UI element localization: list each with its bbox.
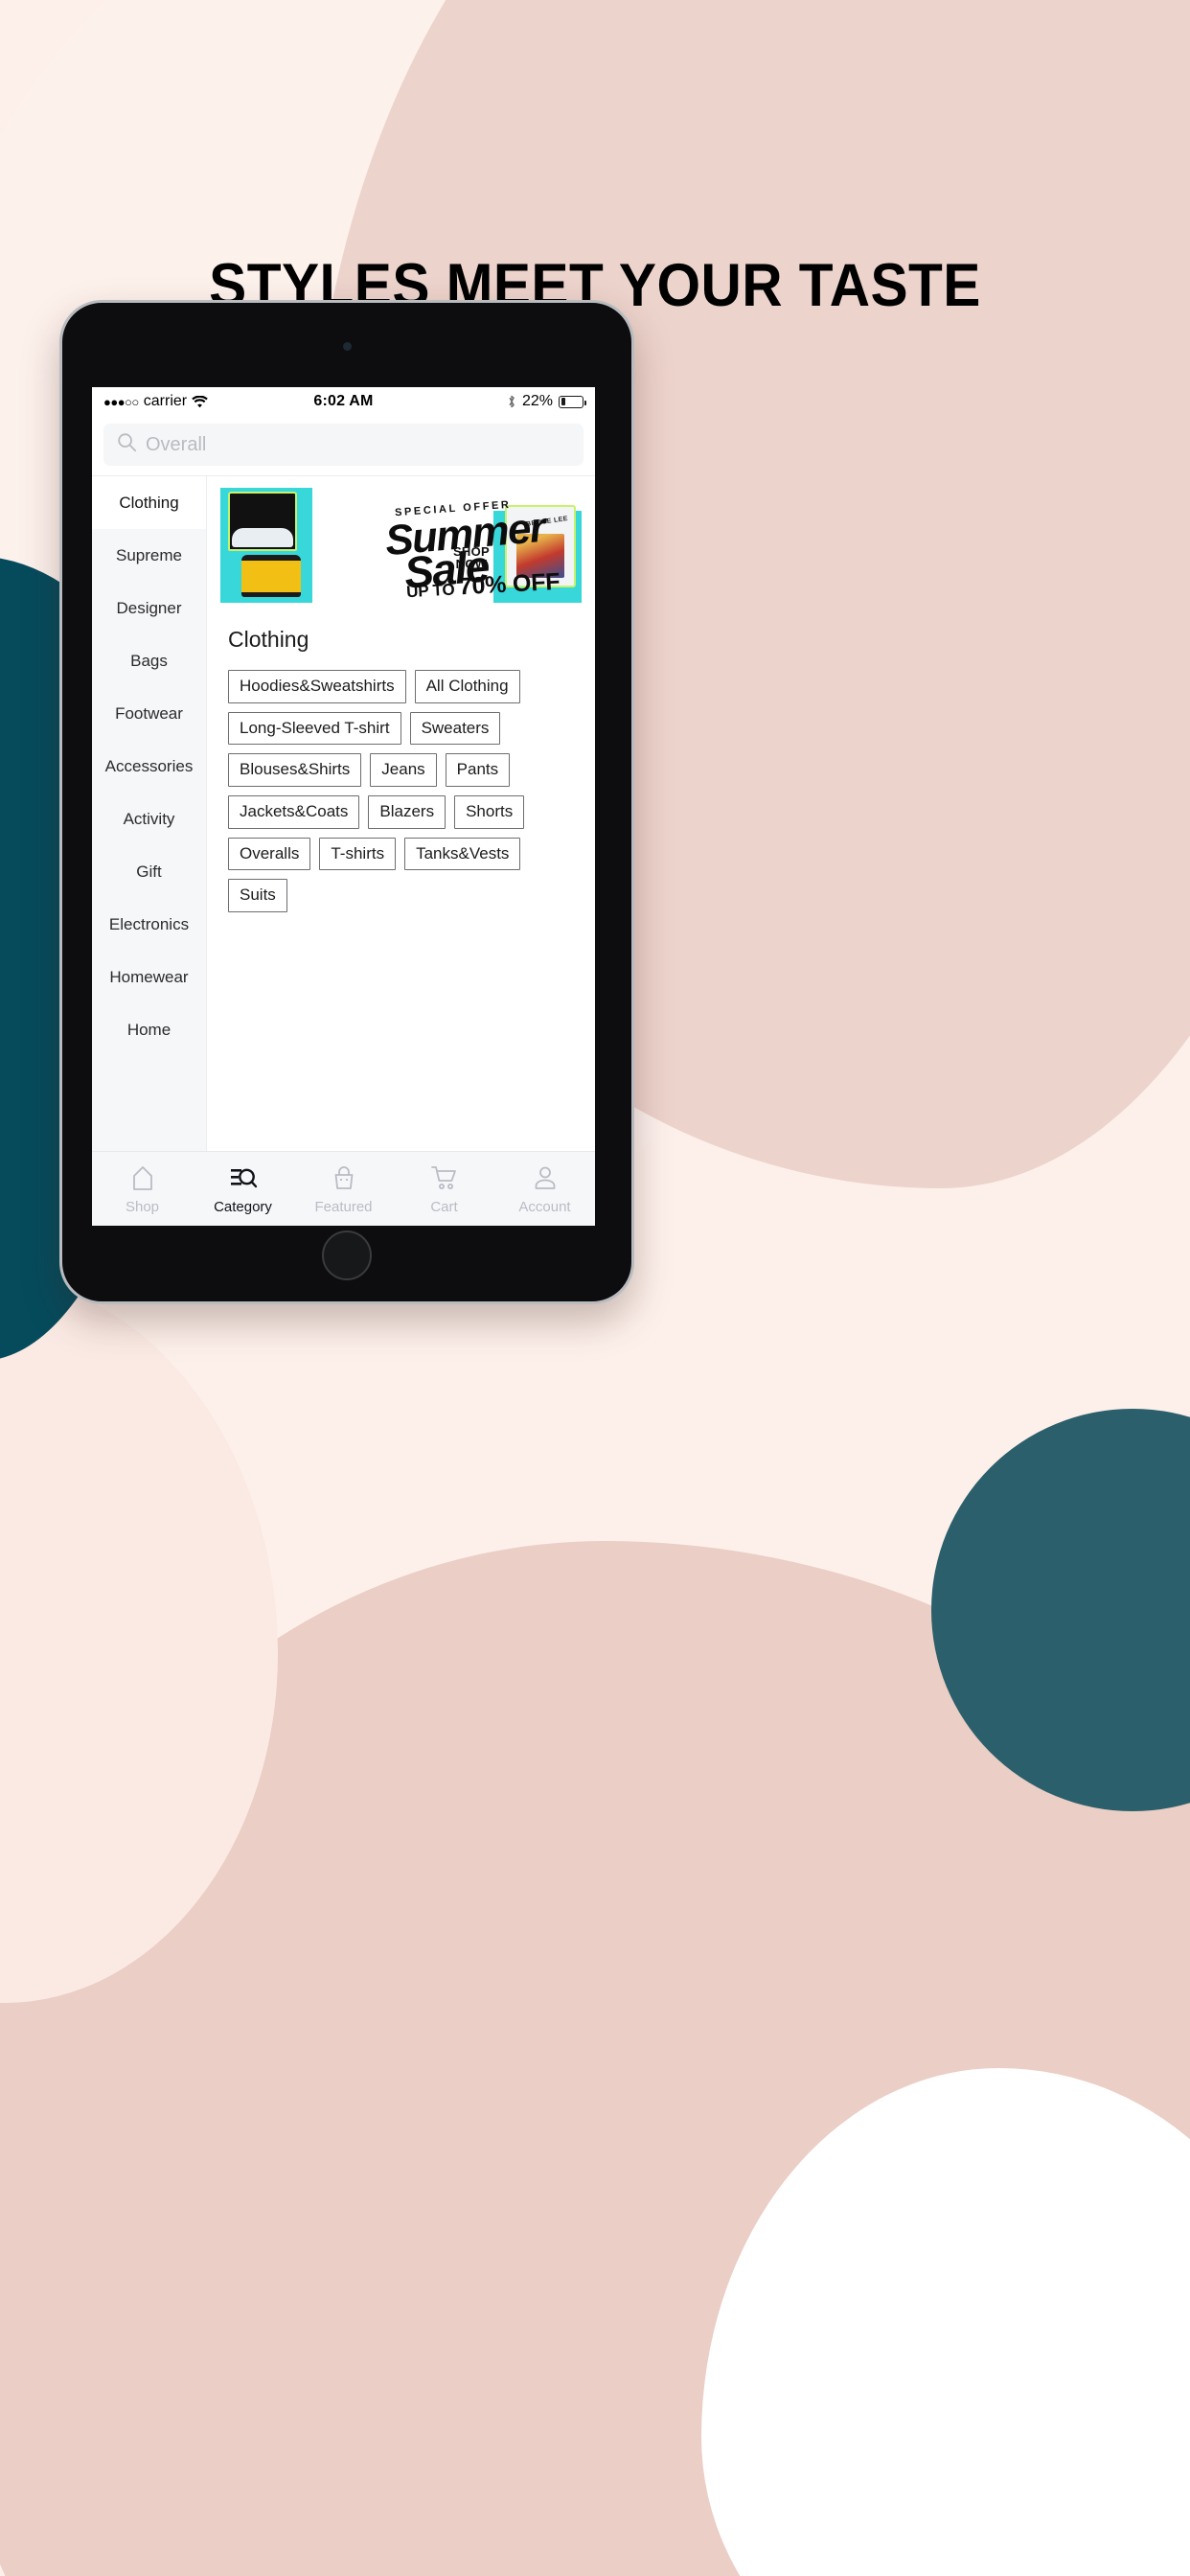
cart-icon bbox=[430, 1163, 459, 1192]
tab-shop[interactable]: Shop bbox=[92, 1152, 193, 1226]
tab-label: Category bbox=[214, 1198, 272, 1215]
sidebar-item-home[interactable]: Home bbox=[92, 1003, 206, 1056]
subcategory-chip[interactable]: Sweaters bbox=[409, 711, 501, 746]
battery-icon bbox=[559, 395, 587, 408]
sidebar-item-clothing[interactable]: Clothing bbox=[92, 476, 206, 529]
section-title: Clothing bbox=[228, 627, 309, 652]
banner-discount-prefix: UP TO bbox=[405, 580, 460, 602]
sidebar-item-label: Accessories bbox=[104, 756, 194, 775]
tab-label: Account bbox=[518, 1198, 571, 1215]
sidebar-item-label: Homewear bbox=[109, 967, 189, 986]
category-search-icon bbox=[229, 1163, 258, 1192]
subcategory-chip[interactable]: Tanks&Vests bbox=[404, 837, 521, 871]
status-bar-right: 22% bbox=[374, 393, 587, 410]
sidebar-item-electronics[interactable]: Electronics bbox=[92, 898, 206, 951]
search-bar-container: Overall bbox=[92, 416, 595, 476]
subcategory-chip[interactable]: Long-Sleeved T-shirt bbox=[228, 711, 401, 746]
subcategory-chip[interactable]: T-shirts bbox=[319, 837, 397, 871]
search-input[interactable]: Overall bbox=[103, 424, 584, 466]
subcategory-chip[interactable]: Shorts bbox=[454, 795, 525, 829]
wifi-icon bbox=[192, 395, 208, 408]
person-icon bbox=[531, 1163, 560, 1192]
app-body: Clothing Supreme Designer Bags Footwear Acces… bbox=[92, 476, 595, 1151]
tab-category[interactable]: Category bbox=[193, 1152, 293, 1226]
sidebar-item-gift[interactable]: Gift bbox=[92, 845, 206, 898]
sidebar-item-label: Home bbox=[126, 1020, 172, 1039]
sidebar-item-label: Electronics bbox=[108, 914, 190, 933]
bag-icon bbox=[330, 1163, 358, 1192]
banner-cta-line2: NOW bbox=[455, 557, 488, 571]
promo-poster: STYLES MEET YOUR TASTE ●●●○○ carrier 6:0… bbox=[0, 0, 1190, 2576]
sidebar-item-label: Footwear bbox=[115, 703, 183, 723]
sidebar-item-bags[interactable]: Bags bbox=[92, 634, 206, 687]
subcategory-chip[interactable]: All Clothing bbox=[414, 670, 520, 703]
tab-account[interactable]: Account bbox=[494, 1152, 595, 1226]
sidebar-item-label: Clothing bbox=[119, 493, 179, 512]
subcategory-chip[interactable]: Jeans bbox=[370, 753, 437, 788]
bluetooth-icon bbox=[507, 394, 516, 409]
search-placeholder: Overall bbox=[146, 433, 207, 455]
subcategory-chip[interactable]: Pants bbox=[445, 753, 511, 788]
tablet-device-frame: ●●●○○ carrier 6:02 AM 22% Overall Clothi… bbox=[59, 300, 634, 1304]
subcategory-chip[interactable]: Hoodies&Sweatshirts bbox=[228, 670, 406, 703]
sidebar-item-label: Designer bbox=[116, 598, 182, 617]
subcategory-chip-list: Hoodies&Sweatshirts All Clothing Long-Slee… bbox=[228, 670, 582, 913]
sidebar-item-activity[interactable]: Activity bbox=[92, 793, 206, 845]
tab-label: Shop bbox=[125, 1198, 160, 1215]
category-sidebar[interactable]: Clothing Supreme Designer Bags Footwear Acces… bbox=[92, 476, 207, 1151]
tab-featured[interactable]: Featured bbox=[293, 1152, 394, 1226]
sidebar-item-designer[interactable]: Designer bbox=[92, 582, 206, 634]
search-icon bbox=[117, 432, 137, 457]
summer-sale-banner[interactable]: BRUCE LEE SPECIAL OFFER Summer Sale SHOP… bbox=[217, 484, 585, 606]
subcategory-chip[interactable]: Suits bbox=[228, 879, 287, 913]
status-bar-left: ●●●○○ carrier bbox=[103, 393, 313, 410]
sidebar-item-label: Gift bbox=[136, 862, 162, 881]
banner-discount-value: 70% OFF bbox=[458, 567, 561, 601]
subcategory-chip[interactable]: Blouses&Shirts bbox=[228, 753, 362, 788]
banner-cloud-graphic bbox=[232, 528, 293, 547]
tab-label: Cart bbox=[430, 1198, 458, 1215]
sidebar-item-label: Activity bbox=[123, 809, 175, 828]
home-button[interactable] bbox=[322, 1230, 372, 1280]
tab-label: Featured bbox=[314, 1198, 373, 1215]
sidebar-item-label: Bags bbox=[130, 651, 168, 670]
tab-cart[interactable]: Cart bbox=[394, 1152, 494, 1226]
front-camera-icon bbox=[343, 342, 352, 351]
home-icon bbox=[128, 1163, 157, 1192]
status-bar: ●●●○○ carrier 6:02 AM 22% bbox=[92, 387, 595, 416]
battery-percent-label: 22% bbox=[521, 393, 554, 409]
sidebar-item-label: Supreme bbox=[116, 545, 182, 564]
sidebar-item-accessories[interactable]: Accessories bbox=[92, 740, 206, 793]
bottom-tab-bar[interactable]: Shop Category Featured Cart Account bbox=[92, 1151, 595, 1226]
sidebar-item-footwear[interactable]: Footwear bbox=[92, 687, 206, 740]
subcategory-chip[interactable]: Blazers bbox=[368, 795, 446, 829]
app-screen: ●●●○○ carrier 6:02 AM 22% Overall Clothi… bbox=[92, 387, 595, 1226]
sidebar-item-homewear[interactable]: Homewear bbox=[92, 951, 206, 1003]
subcategory-chip[interactable]: Overalls bbox=[228, 837, 311, 871]
banner-yellow-shorts-image bbox=[241, 555, 301, 597]
subcategory-chip[interactable]: Jackets&Coats bbox=[228, 795, 360, 829]
category-content: BRUCE LEE SPECIAL OFFER Summer Sale SHOP… bbox=[207, 476, 595, 1151]
signal-dots-icon: ●●●○○ bbox=[103, 394, 139, 409]
banner-cta[interactable]: SHOP NOW bbox=[453, 545, 490, 570]
clock-label: 6:02 AM bbox=[313, 393, 374, 409]
sidebar-item-supreme[interactable]: Supreme bbox=[92, 529, 206, 582]
carrier-label: carrier bbox=[143, 393, 188, 409]
